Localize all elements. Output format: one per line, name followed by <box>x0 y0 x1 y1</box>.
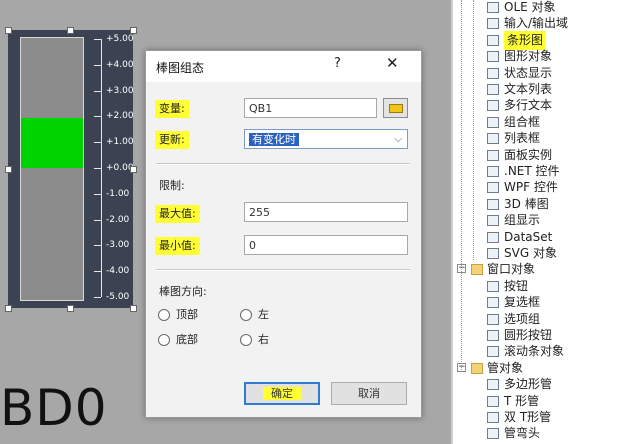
scale-tick-label: +2.00 <box>106 111 134 122</box>
scale-tick <box>94 297 101 298</box>
radio-top[interactable] <box>158 309 170 321</box>
divider <box>156 269 410 271</box>
max-value-field[interactable]: 255 <box>244 202 408 222</box>
direction-label: 棒图方向: <box>159 285 207 298</box>
max-label: 最大值: <box>155 205 200 223</box>
resize-handle[interactable] <box>67 27 74 34</box>
limits-label: 限制: <box>159 179 185 192</box>
io-field-icon <box>487 18 499 30</box>
folder-icon <box>389 104 403 113</box>
update-selected-value: 有变化时 <box>249 133 299 146</box>
tree-item-label: 管弯头 <box>504 426 541 441</box>
folder-icon <box>471 362 483 374</box>
button-icon <box>487 280 499 292</box>
net-control-icon <box>487 166 499 177</box>
multiline-text-icon <box>487 100 499 112</box>
bar-graph-object[interactable]: +5.00 +4.00 +3.00 +2.00 +1.00 +0.00 -1.00 -2.00… <box>8 30 134 308</box>
resize-handle[interactable] <box>130 166 137 173</box>
collapse-icon[interactable]: − <box>457 362 466 372</box>
dataset-icon <box>487 231 499 243</box>
tube-bend-icon <box>487 428 499 440</box>
scale-tick-label: +1.00 <box>106 137 134 148</box>
polygon-tube-icon <box>487 379 499 391</box>
slider-icon <box>487 346 499 358</box>
tree-item[interactable]: 管弯头 <box>453 424 627 443</box>
bar-track <box>20 37 84 301</box>
svg-object-icon <box>487 248 499 259</box>
divider <box>156 163 410 165</box>
scale-tick <box>94 116 101 118</box>
resize-handle[interactable] <box>5 305 12 312</box>
direction-bottom-label: 底部 <box>176 333 198 346</box>
bar-3d-icon <box>487 198 499 210</box>
update-select[interactable]: 有变化时 ⌵ <box>244 129 408 149</box>
wpf-control-icon <box>487 182 499 194</box>
resize-handle[interactable] <box>67 305 74 312</box>
close-button[interactable]: ✕ <box>386 54 399 72</box>
canvas-static-text[interactable]: BD0 <box>0 378 108 438</box>
scale-tick <box>94 64 101 66</box>
resize-handle[interactable] <box>5 166 12 173</box>
round-button-icon <box>487 330 499 341</box>
scale-tick-label: +5.00 <box>106 34 134 44</box>
cancel-button[interactable]: 取消 <box>331 382 407 405</box>
bar-scale-axis <box>101 39 102 297</box>
variable-label: 变量: <box>155 100 189 118</box>
bar-fill <box>21 117 83 168</box>
scale-tick <box>94 193 101 195</box>
radio-left[interactable] <box>240 309 252 321</box>
dialog-titlebar: 棒图组态 ? ✕ <box>146 51 421 82</box>
scale-tick-label: -5.00 <box>106 292 130 302</box>
collapse-icon[interactable]: − <box>457 264 466 274</box>
text-list-icon <box>487 84 499 95</box>
scale-tick <box>94 39 101 40</box>
checkbox-icon <box>487 297 499 309</box>
faceplate-icon <box>487 149 499 161</box>
scale-tick-label: -4.00 <box>106 266 130 277</box>
graphic-object-icon <box>487 51 499 63</box>
scale-tick <box>94 271 101 273</box>
scale-tick <box>94 168 101 169</box>
resize-handle[interactable] <box>5 27 12 34</box>
scale-tick-label: +4.00 <box>106 59 134 70</box>
object-palette-tree[interactable]: OLE 对象 输入/输出域 条形图 图形对象 状态显示 文本列表 多行文本 组合框 列表框 面板实… <box>451 0 627 444</box>
double-t-piece-icon <box>487 412 499 423</box>
direction-left-label: 左 <box>258 308 269 321</box>
scale-tick-label: +3.00 <box>106 85 134 96</box>
ok-button[interactable]: 确定 <box>244 382 320 405</box>
min-value-field[interactable]: 0 <box>244 235 408 255</box>
radio-bottom[interactable] <box>158 334 170 346</box>
variable-field[interactable]: QB1 <box>244 98 377 118</box>
scale-tick-label: -3.00 <box>106 240 130 251</box>
status-display-icon <box>487 67 499 79</box>
scale-tick <box>94 142 101 144</box>
scale-tick-label: -1.00 <box>106 188 130 199</box>
resize-handle[interactable] <box>130 305 137 312</box>
update-label: 更新: <box>155 131 189 149</box>
ok-button-label: 确定 <box>263 387 301 400</box>
bar-graph-icon <box>487 34 499 46</box>
bar-config-dialog: 棒图组态 ? ✕ 变量: QB1 更新: 有变化时 ⌵ 限制: 最大值: 255… <box>145 50 422 418</box>
folder-icon <box>471 264 483 276</box>
dialog-title: 棒图组态 <box>156 61 205 75</box>
radio-right[interactable] <box>240 334 252 346</box>
min-label: 最小值: <box>155 237 200 255</box>
ole-icon <box>487 2 499 13</box>
group-display-icon <box>487 215 499 227</box>
direction-right-label: 右 <box>258 333 269 346</box>
browse-variable-button[interactable] <box>383 98 408 118</box>
scale-tick-label: -2.00 <box>106 214 130 225</box>
help-button[interactable]: ? <box>334 56 341 71</box>
option-group-icon <box>487 313 499 325</box>
t-piece-icon <box>487 395 499 407</box>
scale-tick <box>94 245 101 247</box>
list-box-icon <box>487 133 499 145</box>
direction-top-label: 顶部 <box>176 308 198 321</box>
scale-tick <box>94 90 101 92</box>
resize-handle[interactable] <box>130 27 137 34</box>
scale-tick <box>94 219 101 221</box>
combo-box-icon <box>487 116 499 128</box>
chevron-down-icon: ⌵ <box>394 134 402 145</box>
